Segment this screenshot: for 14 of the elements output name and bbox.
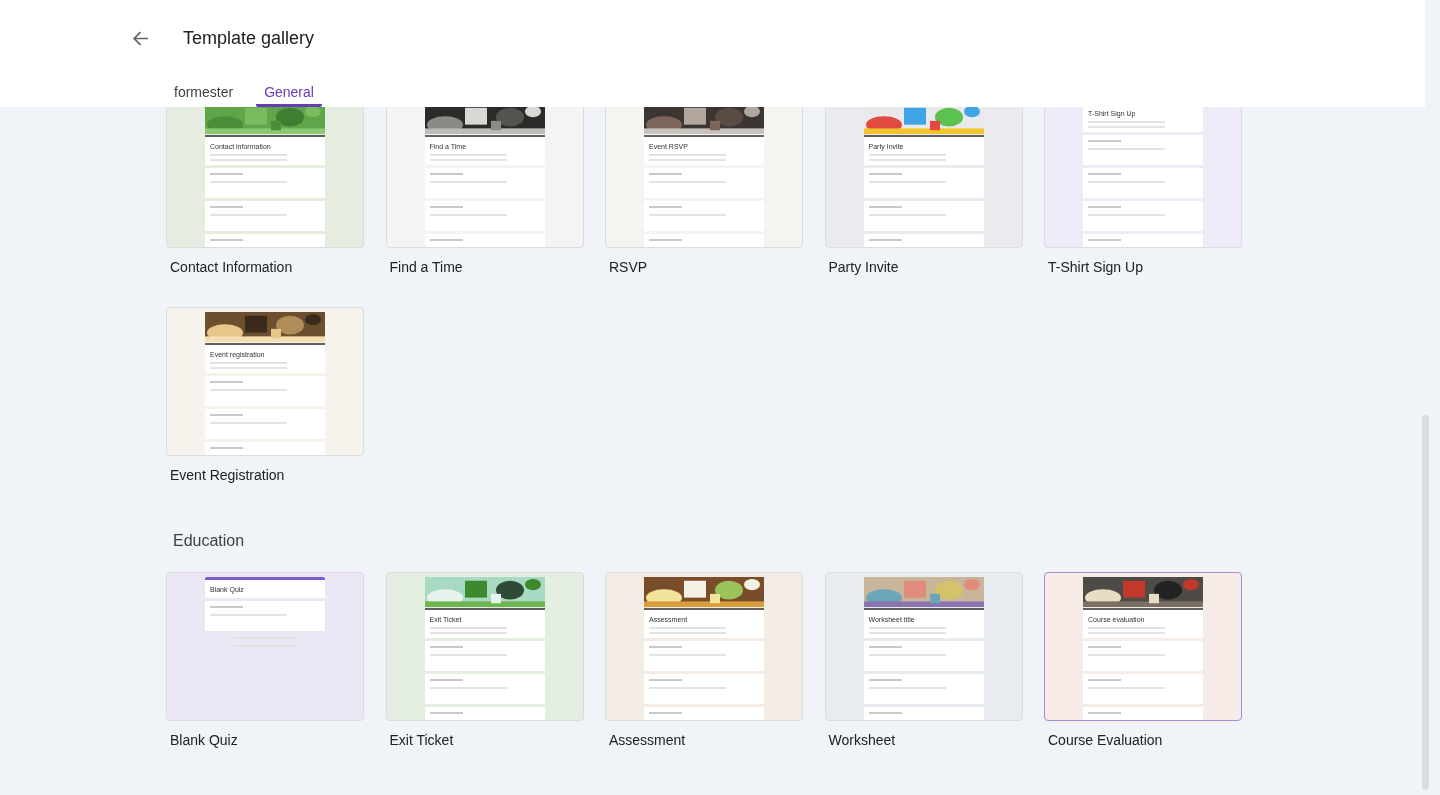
template-name[interactable]: Contact Information: [170, 259, 364, 276]
template-name[interactable]: Assessment: [609, 732, 803, 749]
template-name[interactable]: Course Evaluation: [1048, 732, 1242, 749]
section-heading: Education: [173, 531, 246, 551]
page-title: Template gallery: [183, 27, 315, 49]
template-name[interactable]: Party Invite: [828, 259, 1023, 276]
template-name[interactable]: Blank Quiz: [170, 732, 364, 749]
template-name[interactable]: RSVP: [609, 259, 803, 276]
template-name[interactable]: Event Registration: [170, 467, 364, 484]
template-name[interactable]: Worksheet: [828, 732, 1023, 749]
template-name[interactable]: Find a Time: [389, 259, 584, 276]
template-name[interactable]: Exit Ticket: [389, 732, 584, 749]
template-name[interactable]: T-Shirt Sign Up: [1048, 259, 1242, 276]
tab[interactable]: formester: [166, 76, 242, 107]
